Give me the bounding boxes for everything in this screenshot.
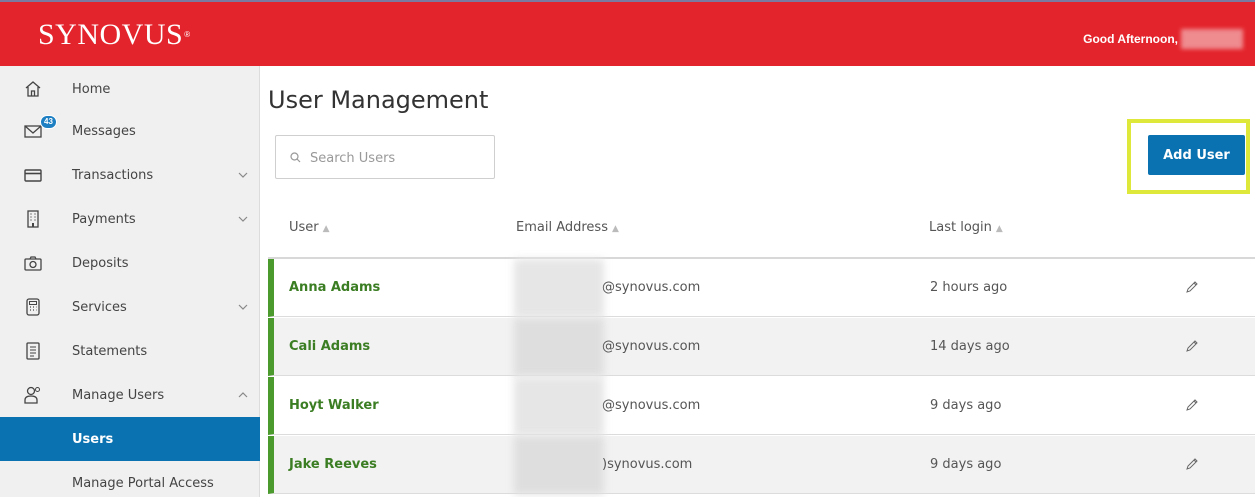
chevron-up-icon	[238, 392, 248, 398]
camera-icon	[22, 252, 44, 274]
sidebar-subitem-label: Users	[72, 431, 114, 447]
sidebar-item-payments[interactable]: Payments	[0, 197, 260, 241]
column-header-label: Last login	[929, 220, 992, 235]
redacted-username	[1181, 29, 1243, 49]
sidebar-item-home[interactable]: Home	[0, 67, 260, 111]
sidebar-item-label: Manage Users	[72, 387, 165, 403]
search-field[interactable]	[275, 135, 495, 179]
user-email: @synovus.com	[602, 280, 701, 295]
redacted-email	[514, 318, 604, 376]
sidebar-item-label: Home	[72, 81, 111, 97]
sidebar-item-label: Transactions	[72, 167, 154, 183]
pencil-edit-icon[interactable]	[1184, 456, 1200, 472]
message-count-badge: 43	[40, 115, 57, 129]
top-header-bar: SYNOVUS® Good Afternoon,	[0, 0, 1255, 66]
column-header-last-login[interactable]: Last login ▲	[929, 220, 1003, 235]
last-login: 14 days ago	[930, 339, 1010, 354]
pencil-edit-icon[interactable]	[1184, 338, 1200, 354]
mail-icon: 43	[22, 115, 57, 142]
sidebar-subitem-manage-portal-access[interactable]: Manage Portal Access	[0, 461, 260, 497]
column-header-label: Email Address	[516, 220, 608, 235]
document-icon	[22, 340, 44, 362]
sidebar-item-label: Services	[72, 299, 127, 315]
brand-name: SYNOVUS	[38, 18, 184, 51]
sidebar-item-services[interactable]: Services	[0, 285, 260, 329]
home-icon	[22, 78, 44, 100]
redacted-email	[514, 436, 604, 494]
page-title: User Management	[268, 86, 489, 114]
search-icon	[290, 152, 301, 163]
sidebar-nav: Home 43 Messages Transactions Payments D…	[0, 66, 260, 497]
chevron-down-icon	[238, 216, 248, 222]
redacted-email	[514, 377, 604, 435]
search-input[interactable]	[310, 147, 485, 169]
table-row[interactable]: Hoyt Walker @synovus.com 9 days ago	[268, 377, 1255, 435]
sidebar-item-deposits[interactable]: Deposits	[0, 241, 260, 285]
last-login: 9 days ago	[930, 398, 1002, 413]
sidebar-subitem-label: Manage Portal Access	[72, 475, 214, 491]
table-row[interactable]: Jake Reeves )synovus.com 9 days ago	[268, 436, 1255, 494]
sidebar-item-statements[interactable]: Statements	[0, 329, 260, 373]
pencil-edit-icon[interactable]	[1184, 279, 1200, 295]
user-email: )synovus.com	[602, 457, 693, 472]
sidebar-item-manage-users[interactable]: Manage Users	[0, 373, 260, 417]
user-name-link[interactable]: Anna Adams	[289, 280, 380, 295]
sidebar-item-transactions[interactable]: Transactions	[0, 153, 260, 197]
greeting-text: Good Afternoon,	[1083, 32, 1178, 46]
chevron-down-icon	[238, 172, 248, 178]
column-header-user[interactable]: User ▲	[289, 220, 330, 235]
sidebar-subitem-users[interactable]: Users	[0, 417, 260, 461]
pencil-edit-icon[interactable]	[1184, 397, 1200, 413]
last-login: 2 hours ago	[930, 280, 1008, 295]
users-icon	[22, 384, 44, 406]
redacted-email	[514, 259, 604, 317]
synovus-logo[interactable]: SYNOVUS®	[38, 20, 191, 50]
calculator-icon	[22, 296, 44, 318]
chevron-down-icon	[238, 304, 248, 310]
sidebar-item-label: Statements	[72, 343, 148, 359]
user-email: @synovus.com	[602, 339, 701, 354]
user-name-link[interactable]: Jake Reeves	[289, 457, 377, 472]
table-row[interactable]: Anna Adams @synovus.com 2 hours ago	[268, 259, 1255, 317]
column-header-label: User	[289, 220, 319, 235]
table-row[interactable]: Cali Adams @synovus.com 14 days ago	[268, 318, 1255, 376]
sidebar-item-messages[interactable]: 43 Messages	[0, 109, 260, 153]
user-name-link[interactable]: Cali Adams	[289, 339, 370, 354]
user-email: @synovus.com	[602, 398, 701, 413]
credit-card-icon	[22, 164, 44, 186]
column-header-email[interactable]: Email Address ▲	[516, 220, 619, 235]
sort-arrow-icon: ▲	[995, 224, 1003, 234]
sidebar-item-label: Deposits	[72, 255, 129, 271]
user-name-link[interactable]: Hoyt Walker	[289, 398, 379, 413]
sidebar-item-label: Messages	[72, 123, 136, 139]
sidebar-item-label: Payments	[72, 211, 136, 227]
add-user-button[interactable]: Add User	[1148, 135, 1245, 175]
last-login: 9 days ago	[930, 457, 1002, 472]
building-icon	[22, 208, 44, 230]
sort-arrow-icon: ▲	[322, 224, 330, 234]
sort-arrow-icon: ▲	[611, 224, 619, 234]
